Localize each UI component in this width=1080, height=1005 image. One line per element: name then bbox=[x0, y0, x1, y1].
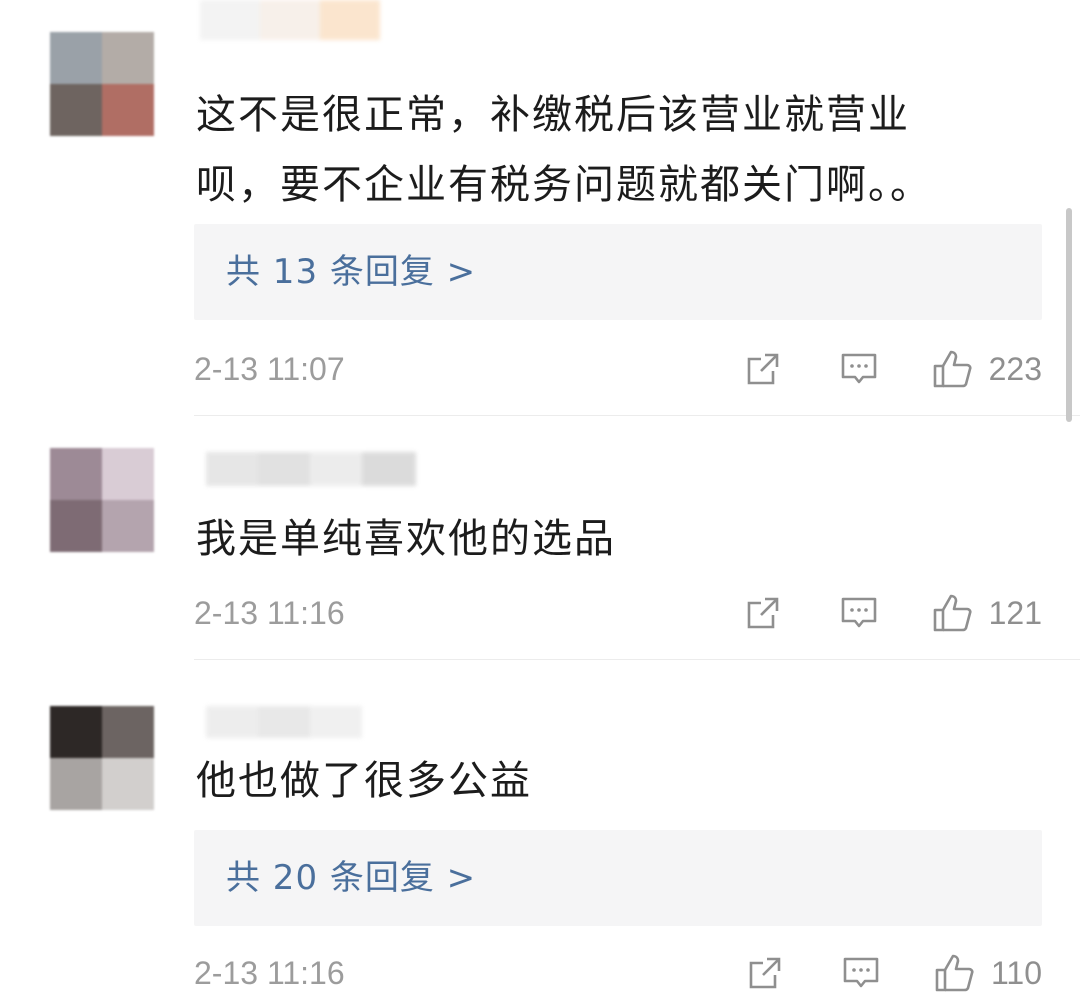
like-button[interactable]: 223 bbox=[931, 347, 1042, 391]
like-count: 121 bbox=[988, 594, 1042, 631]
like-count: 223 bbox=[988, 350, 1042, 387]
thumbs-up-icon bbox=[935, 954, 974, 992]
share-icon[interactable] bbox=[743, 593, 783, 633]
comment-meta: 2-13 11:16 110 bbox=[194, 948, 1042, 998]
like-count: 110 bbox=[990, 954, 1042, 991]
view-replies-button[interactable]: 共 20 条回复 > bbox=[194, 830, 1042, 926]
comment-time: 2-13 11:07 bbox=[194, 351, 345, 387]
comment-text: 这不是很正常，补缴税后该营业就营业 呗，要不企业有税务问题就都关门啊。。 bbox=[196, 80, 996, 220]
comment-actions: 110 bbox=[745, 948, 1042, 998]
comment-actions: 121 bbox=[743, 588, 1042, 638]
username-blurred[interactable] bbox=[200, 0, 400, 40]
view-replies-button[interactable]: 共 13 条回复 > bbox=[194, 224, 1042, 320]
comment-text-line: 我是单纯喜欢他的选品 bbox=[196, 516, 616, 562]
comment-actions: 223 bbox=[743, 344, 1042, 394]
scrollbar[interactable] bbox=[1066, 208, 1072, 422]
comment-icon[interactable] bbox=[841, 953, 881, 993]
comment-text-line: 这不是很正常，补缴税后该营业就营业 bbox=[196, 92, 910, 138]
divider bbox=[194, 415, 1080, 416]
comment-icon[interactable] bbox=[839, 593, 879, 633]
share-icon[interactable] bbox=[743, 349, 783, 389]
view-replies-label: 共 13 条回复 > bbox=[226, 252, 477, 292]
avatar[interactable] bbox=[50, 706, 154, 810]
comment-text-line: 他也做了很多公益 bbox=[196, 758, 532, 804]
comment-meta: 2-13 11:16 121 bbox=[194, 588, 1042, 638]
avatar[interactable] bbox=[50, 448, 154, 552]
comment-text: 我是单纯喜欢他的选品 bbox=[196, 504, 996, 574]
view-replies-label: 共 20 条回复 > bbox=[226, 858, 477, 898]
username-blurred[interactable] bbox=[206, 452, 416, 486]
thumbs-up-icon bbox=[933, 350, 972, 388]
avatar[interactable] bbox=[50, 32, 154, 136]
comment-text: 他也做了很多公益 bbox=[196, 746, 996, 816]
thumbs-up-icon bbox=[933, 594, 972, 632]
share-icon[interactable] bbox=[745, 953, 785, 993]
comment-text-line: 呗，要不企业有税务问题就都关门啊。。 bbox=[196, 162, 932, 208]
comment-time: 2-13 11:16 bbox=[194, 595, 345, 631]
divider bbox=[194, 659, 1080, 660]
username-blurred[interactable] bbox=[206, 706, 362, 738]
like-button[interactable]: 121 bbox=[931, 591, 1042, 635]
comment-meta: 2-13 11:07 223 bbox=[194, 344, 1042, 394]
comment-icon[interactable] bbox=[839, 349, 879, 389]
like-button[interactable]: 110 bbox=[933, 951, 1042, 995]
comment-time: 2-13 11:16 bbox=[194, 955, 345, 991]
